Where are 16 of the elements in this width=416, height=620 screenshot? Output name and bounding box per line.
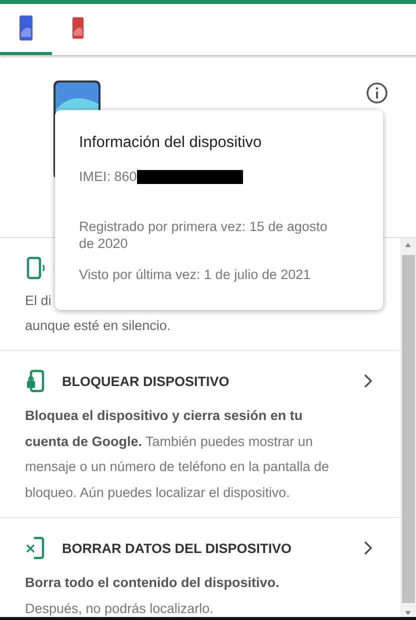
chevron-right-icon[interactable] — [363, 374, 373, 388]
description-text: El di — [25, 292, 52, 310]
description-text: Borra todo el contenido del dispositivo. Después, no podrás localizarlo. — [25, 574, 280, 618]
description-text: aunque esté en silencio. — [25, 317, 172, 335]
imei-text: IMEI: 860 — [79, 168, 137, 185]
popup-title: Información del dispositivo — [79, 134, 263, 152]
info-icon[interactable] — [365, 81, 389, 105]
scrollbar[interactable] — [400, 238, 416, 620]
action-title[interactable]: BORRAR DATOS DEL DISPOSITIVO — [62, 540, 350, 556]
description-text: Bloquea el dispositivo y cierra sesión en tu cuenta de Google. También puedes mostrar un mensaje o un número de teléfono en la pantalla de bloqueo. Aún puedes localizar el dispositivo. — [25, 407, 330, 502]
chevron-right-icon[interactable] — [363, 541, 373, 555]
phone-icon — [72, 15, 84, 41]
action-title[interactable]: BLOQUEAR DISPOSITIVO — [62, 374, 350, 388]
phone-icon — [19, 15, 33, 41]
first-registered-text: Registrado por primera vez: 15 de agosto de 2020 — [79, 218, 328, 252]
last-seen-text: Visto por última vez: 1 de julio de 2021 — [79, 266, 312, 283]
